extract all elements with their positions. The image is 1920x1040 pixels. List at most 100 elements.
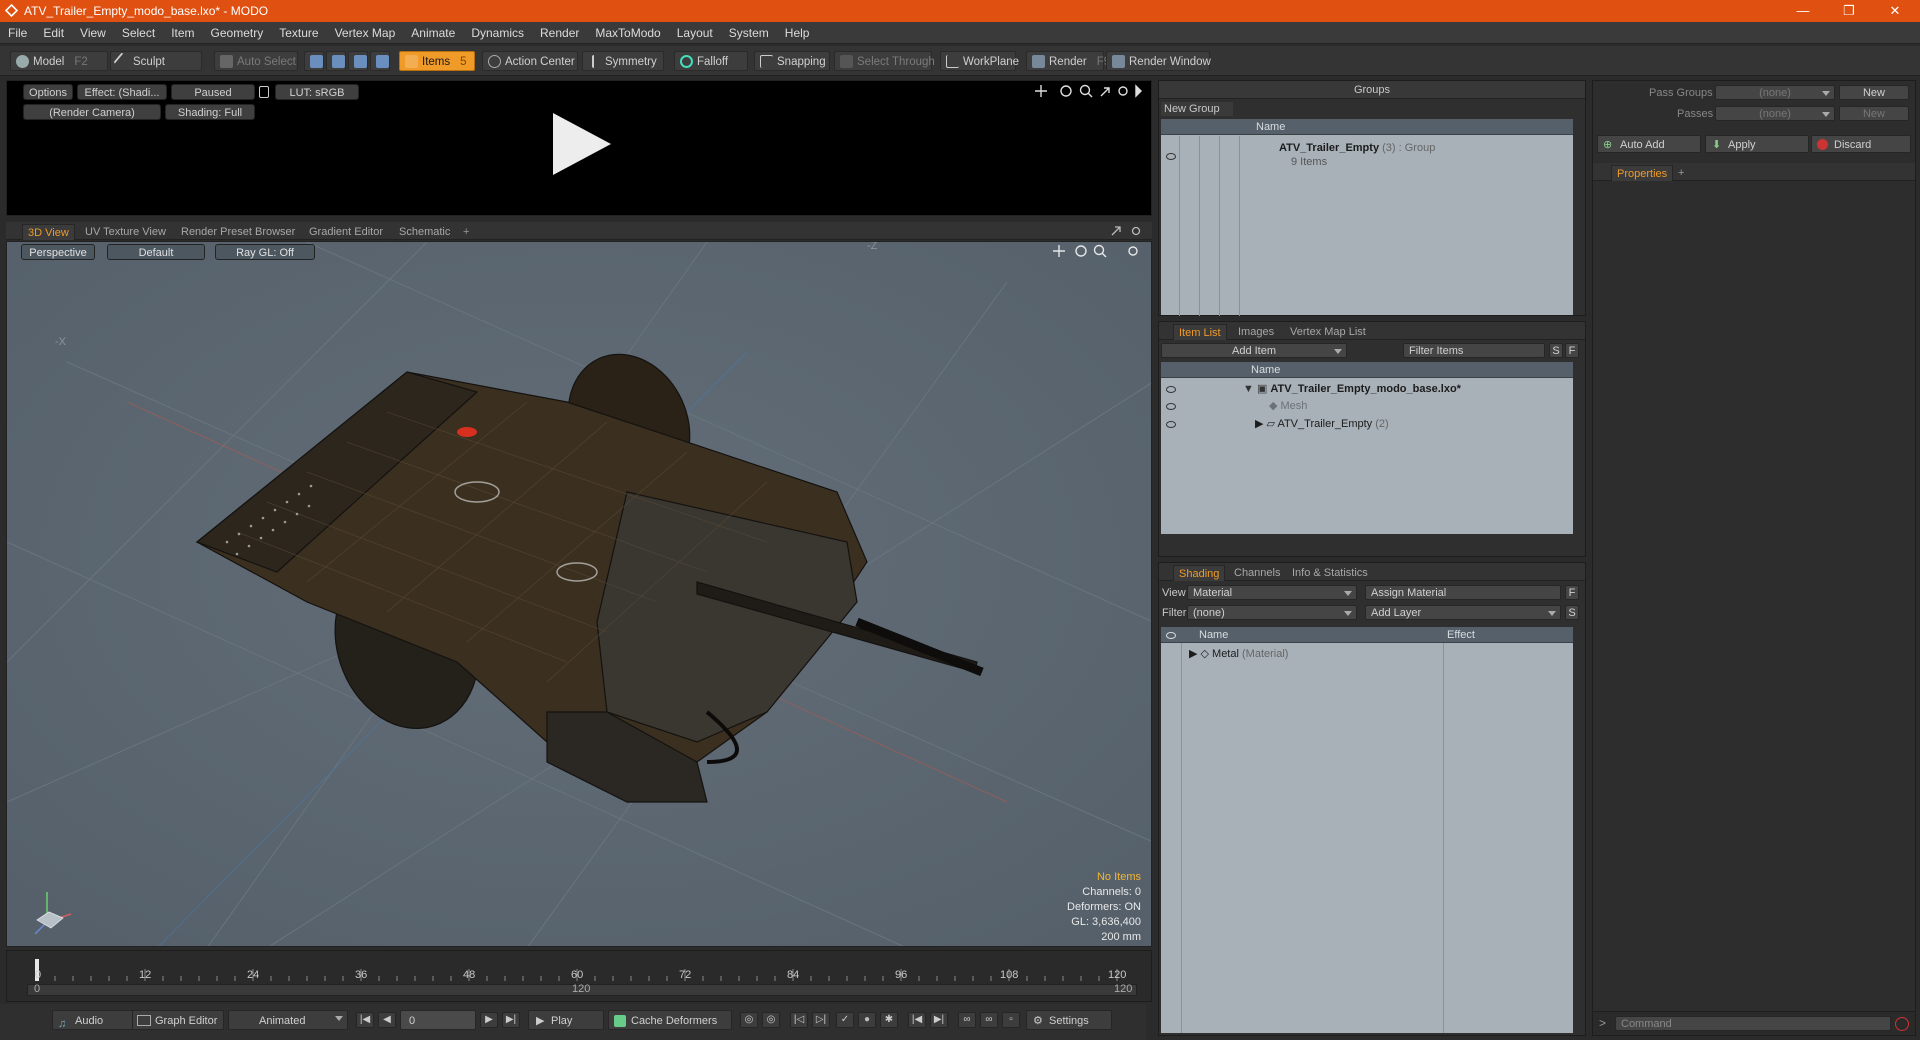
group-visibility-eye-icon[interactable] [1166,153,1176,160]
cache-deformers-button[interactable]: Cache Deformers [608,1010,732,1030]
item-list-f-button[interactable]: F [1565,343,1579,358]
render-button[interactable]: Render F9 [1026,51,1110,71]
render-window-button[interactable]: Render Window [1106,51,1211,71]
shading-view-dropdown[interactable]: Material [1187,585,1357,600]
materials-mode-button[interactable] [370,51,390,71]
timeline-panel[interactable]: 0 12 24 36 48 60 72 84 96 108 120 0 120 … [6,950,1152,1002]
command-input[interactable]: Command [1615,1016,1891,1031]
item-row-mesh[interactable]: ◆ Mesh [1269,399,1307,414]
add-tab-button[interactable]: + [458,224,474,240]
link-tool-2-icon[interactable]: ∞ [980,1012,998,1028]
falloff-button[interactable]: Falloff [674,51,748,71]
preview-lut-dropdown[interactable]: LUT: sRGB [275,84,359,100]
menu-file[interactable]: File [0,22,35,44]
menu-dynamics[interactable]: Dynamics [463,22,532,44]
tab-images[interactable]: Images [1233,324,1279,340]
menu-help[interactable]: Help [777,22,818,44]
item-row-scene[interactable]: ▼ ▣ ATV_Trailer_Empty_modo_base.lxo* [1243,382,1461,397]
viewport-tab-icons[interactable] [1110,225,1146,237]
shading-filter-dropdown[interactable]: (none) [1187,605,1357,620]
tab-item-list[interactable]: Item List [1173,324,1227,340]
workplane-button[interactable]: WorkPlane [940,51,1019,71]
key-options-icon[interactable]: ✱ [880,1012,898,1028]
item-row-group[interactable]: ▶ ▱ ATV_Trailer_Empty (2) [1255,417,1389,432]
view-raygl-toggle[interactable]: Ray GL: Off [215,244,315,260]
viewport-nav-icons[interactable] [1051,242,1143,260]
items-mode-button[interactable]: Items 5 [399,51,475,71]
sculpt-mode-button[interactable]: Sculpt [110,51,202,71]
preview-shading-dropdown[interactable]: Shading: Full [165,104,255,120]
select-through-button[interactable]: Select Through [834,51,935,71]
add-layer-dropdown[interactable]: Add Layer [1365,605,1561,620]
tab-render-preset-browser[interactable]: Render Preset Browser [176,224,300,240]
next-key-button[interactable]: ▷| [812,1012,830,1028]
menu-animate[interactable]: Animate [403,22,463,44]
tab-properties[interactable]: Properties [1611,165,1674,181]
next-marker-button[interactable]: ▶| [930,1012,948,1028]
tab-channels[interactable]: Channels [1229,565,1285,581]
passes-dropdown[interactable]: (none) [1715,106,1835,121]
tab-schematic[interactable]: Schematic [394,224,455,240]
prev-frame-button[interactable]: ◀ [378,1012,396,1028]
item-visibility-eye-icon[interactable] [1166,421,1176,428]
shading-s-button[interactable]: S [1565,605,1579,620]
menu-item[interactable]: Item [163,22,202,44]
view-shading-default-dropdown[interactable]: Default [107,244,205,260]
new-pass-group-button[interactable]: New [1839,85,1909,100]
link-tool-3-icon[interactable]: ▫ [1002,1012,1020,1028]
go-end-button[interactable]: ▶| [502,1012,520,1028]
new-group-button[interactable]: New Group [1161,102,1233,116]
menu-system[interactable]: System [721,22,777,44]
auto-select-button[interactable]: Auto Select [214,51,298,71]
prev-marker-button[interactable]: |◀ [908,1012,926,1028]
item-visibility-eye-icon[interactable] [1166,403,1176,410]
animated-dropdown[interactable]: Animated [228,1010,348,1030]
close-button[interactable]: ✕ [1872,0,1918,22]
3d-viewport[interactable]: -X -Z Perspective Default Ray GL: Off No… [6,241,1152,947]
preview-paused-button[interactable]: Paused [171,84,255,100]
command-stop-icon[interactable] [1895,1017,1909,1031]
prev-key-button[interactable]: |◁ [790,1012,808,1028]
tab-vertex-map-list[interactable]: Vertex Map List [1285,324,1371,340]
minimize-button[interactable]: — [1780,0,1826,22]
key-tool-1-icon[interactable]: ◎ [740,1012,758,1028]
current-frame-input[interactable]: 0 [400,1010,476,1030]
item-list-s-button[interactable]: S [1549,343,1563,358]
auto-add-button[interactable]: ⊕ Auto Add [1597,135,1701,153]
tab-info-statistics[interactable]: Info & Statistics [1287,565,1373,581]
apply-button[interactable]: ⬇ Apply [1705,135,1809,153]
filter-items-input[interactable]: Filter Items [1403,343,1545,358]
pass-groups-dropdown[interactable]: (none) [1715,85,1835,100]
shader-row-metal[interactable]: ▶ ◇ Metal (Material) [1189,647,1288,662]
audio-button[interactable]: ♫ Audio [52,1010,134,1030]
restore-button[interactable]: ❐ [1826,0,1872,22]
shader-tree[interactable] [1161,627,1573,1033]
tab-uv-texture-view[interactable]: UV Texture View [80,224,171,240]
model-mode-button[interactable]: Model F2 [10,51,108,71]
tab-shading[interactable]: Shading [1173,565,1226,581]
preview-options-button[interactable]: Options [23,84,73,100]
add-item-dropdown[interactable]: Add Item [1161,343,1347,358]
group-row[interactable]: ATV_Trailer_Empty (3) : Group [1279,141,1435,156]
shading-f-button[interactable]: F [1565,585,1579,600]
auto-key-icon[interactable]: ✓ [836,1012,854,1028]
polygons-mode-button[interactable] [348,51,368,71]
settings-button[interactable]: ⚙ Settings [1026,1010,1112,1030]
next-frame-button[interactable]: ▶ [480,1012,498,1028]
snapping-button[interactable]: Snapping [754,51,830,71]
menu-select[interactable]: Select [114,22,163,44]
action-center-button[interactable]: Action Center [482,51,578,71]
vertices-mode-button[interactable] [304,51,324,71]
tab-gradient-editor[interactable]: Gradient Editor [304,224,388,240]
preview-nav-icons[interactable] [1033,83,1143,99]
symmetry-button[interactable]: Symmetry [582,51,664,71]
lock-icon[interactable] [259,86,269,98]
preview-camera-dropdown[interactable]: (Render Camera) [23,104,161,120]
tab-3d-view[interactable]: 3D View [22,224,75,240]
menu-geometry[interactable]: Geometry [203,22,272,44]
discard-button[interactable]: Discard [1811,135,1911,153]
play-button[interactable]: ▶ Play [528,1010,604,1030]
preview-effect-dropdown[interactable]: Effect: (Shadi... [77,84,167,100]
menu-edit[interactable]: Edit [35,22,72,44]
key-tool-2-icon[interactable]: ◎ [762,1012,780,1028]
